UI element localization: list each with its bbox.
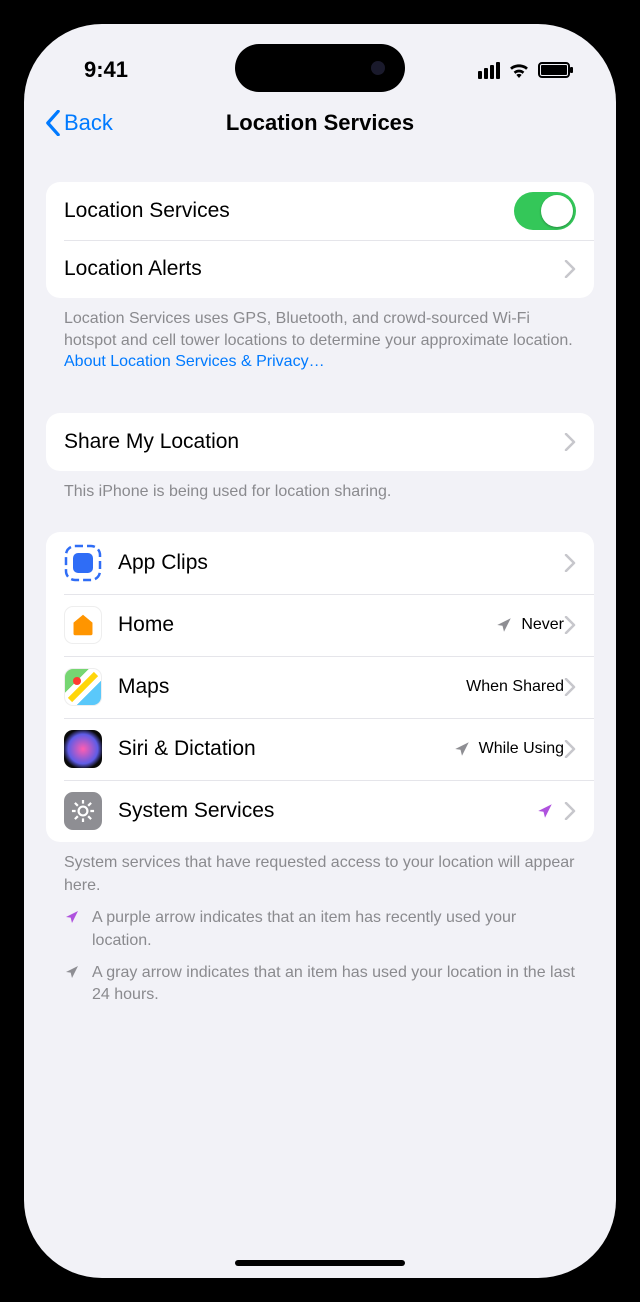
row-location-alerts[interactable]: Location Alerts	[46, 240, 594, 298]
app-value: When Shared	[466, 678, 564, 696]
chevron-right-icon	[564, 616, 576, 634]
legend-gray: A gray arrow indicates that an item has …	[64, 962, 576, 1007]
row-system-services[interactable]: System Services	[46, 780, 594, 842]
about-privacy-link[interactable]: About Location Services & Privacy…	[64, 353, 325, 370]
apps-footer-text: System services that have requested acce…	[64, 852, 576, 897]
app-clips-icon	[64, 544, 102, 582]
dynamic-island	[235, 44, 405, 92]
back-button[interactable]: Back	[44, 110, 113, 136]
app-label: Home	[118, 613, 495, 637]
group-share: Share My Location	[46, 413, 594, 471]
chevron-left-icon	[44, 110, 62, 136]
chevron-right-icon	[564, 260, 576, 278]
location-arrow-purple-icon	[64, 909, 80, 925]
app-value: Never	[521, 616, 564, 634]
group-apps: App Clips Home Never	[46, 532, 594, 842]
group-location: Location Services Location Alerts	[46, 182, 594, 298]
location-arrow-gray-icon	[64, 964, 80, 980]
group-apps-footer: System services that have requested acce…	[46, 842, 594, 1006]
group-location-footer: Location Services uses GPS, Bluetooth, a…	[46, 298, 594, 373]
row-share-my-location[interactable]: Share My Location	[46, 413, 594, 471]
group-share-footer: This iPhone is being used for location s…	[46, 471, 594, 503]
row-app-clips[interactable]: App Clips	[46, 532, 594, 594]
maps-app-icon	[64, 668, 102, 706]
location-services-toggle[interactable]	[514, 192, 576, 230]
row-siri[interactable]: Siri & Dictation While Using	[46, 718, 594, 780]
row-label: Location Alerts	[64, 257, 564, 281]
app-label: App Clips	[118, 551, 564, 575]
location-indicator-icon	[495, 616, 513, 634]
back-label: Back	[64, 110, 113, 136]
app-label: Siri & Dictation	[118, 737, 453, 761]
home-indicator	[235, 1260, 405, 1266]
row-location-services[interactable]: Location Services	[46, 182, 594, 240]
cellular-icon	[478, 62, 500, 79]
wifi-icon	[508, 62, 530, 78]
location-indicator-icon	[453, 740, 471, 758]
nav-bar: Back Location Services	[24, 94, 616, 152]
battery-icon	[538, 62, 570, 78]
chevron-right-icon	[564, 433, 576, 451]
phone-frame: 9:41 Back Location Services Location Ser…	[0, 0, 640, 1302]
siri-app-icon	[64, 730, 102, 768]
location-indicator-icon	[536, 802, 554, 820]
row-label: Share My Location	[64, 430, 564, 454]
app-label: Maps	[118, 675, 466, 699]
row-home[interactable]: Home Never	[46, 594, 594, 656]
chevron-right-icon	[564, 802, 576, 820]
screen: 9:41 Back Location Services Location Ser…	[24, 24, 616, 1278]
app-value: While Using	[479, 740, 564, 758]
chevron-right-icon	[564, 678, 576, 696]
chevron-right-icon	[564, 554, 576, 572]
legend-purple: A purple arrow indicates that an item ha…	[64, 907, 576, 952]
system-services-icon	[64, 792, 102, 830]
chevron-right-icon	[564, 740, 576, 758]
home-app-icon	[64, 606, 102, 644]
status-time: 9:41	[84, 57, 128, 83]
row-maps[interactable]: Maps When Shared	[46, 656, 594, 718]
app-label: System Services	[118, 799, 536, 823]
row-label: Location Services	[64, 199, 514, 223]
